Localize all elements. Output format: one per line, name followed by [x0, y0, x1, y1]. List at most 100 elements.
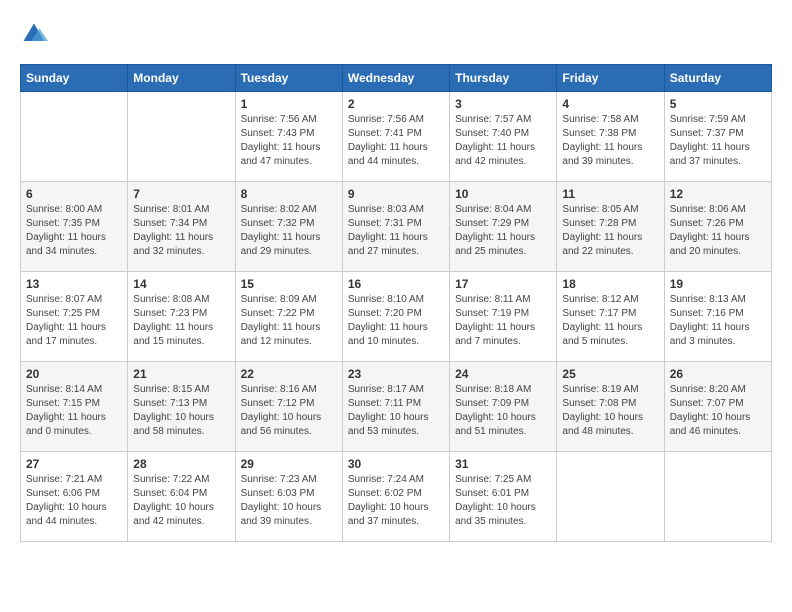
logo-icon [20, 20, 48, 48]
calendar-cell [557, 452, 664, 542]
calendar-cell: 1 Sunrise: 7:56 AM Sunset: 7:43 PM Daylig… [235, 92, 342, 182]
day-info: Sunrise: 7:58 AM Sunset: 7:38 PM Dayligh… [562, 113, 658, 169]
calendar-cell: 22 Sunrise: 8:16 AM Sunset: 7:12 PM Dayli… [235, 362, 342, 452]
calendar-cell: 30Sunrise: 7:24 AM Sunset: 6:02 PM Dayli… [342, 452, 449, 542]
day-info: Sunrise: 8:10 AM Sunset: 7:20 PM Dayligh… [348, 293, 444, 349]
calendar-cell: 9 Sunrise: 8:03 AM Sunset: 7:31 PM Daylig… [342, 182, 449, 272]
day-number: 20 [26, 367, 122, 381]
day-number: 25 [562, 367, 658, 381]
day-number: 23 [348, 367, 444, 381]
day-info: Sunrise: 8:03 AM Sunset: 7:31 PM Dayligh… [348, 203, 444, 259]
weekday-header: Sunday [21, 65, 128, 92]
day-info: Sunrise: 8:18 AM Sunset: 7:09 PM Dayligh… [455, 383, 551, 439]
day-number: 14 [133, 277, 229, 291]
calendar-cell: 17Sunrise: 8:11 AM Sunset: 7:19 PM Dayli… [450, 272, 557, 362]
day-number: 4 [562, 97, 658, 111]
calendar-header-row: SundayMondayTuesdayWednesdayThursdayFrid… [21, 65, 772, 92]
calendar-cell: 31 Sunrise: 7:25 AM Sunset: 6:01 PM Dayli… [450, 452, 557, 542]
calendar-cell: 16 Sunrise: 8:10 AM Sunset: 7:20 PM Dayli… [342, 272, 449, 362]
day-info: Sunrise: 8:20 AM Sunset: 7:07 PM Dayligh… [670, 383, 766, 439]
calendar-cell: 7Sunrise: 8:01 AM Sunset: 7:34 PM Daylig… [128, 182, 235, 272]
calendar-cell: 27 Sunrise: 7:21 AM Sunset: 6:06 PM Dayli… [21, 452, 128, 542]
day-number: 5 [670, 97, 766, 111]
day-number: 1 [241, 97, 337, 111]
day-info: Sunrise: 7:22 AM Sunset: 6:04 PM Dayligh… [133, 473, 229, 529]
calendar-cell: 19 Sunrise: 8:13 AM Sunset: 7:16 PM Dayli… [664, 272, 771, 362]
day-info: Sunrise: 8:02 AM Sunset: 7:32 PM Dayligh… [241, 203, 337, 259]
calendar-table: SundayMondayTuesdayWednesdayThursdayFrid… [20, 64, 772, 542]
calendar-cell: 29 Sunrise: 7:23 AM Sunset: 6:03 PM Dayli… [235, 452, 342, 542]
calendar-cell [21, 92, 128, 182]
day-info: Sunrise: 7:56 AM Sunset: 7:43 PM Dayligh… [241, 113, 337, 169]
day-info: Sunrise: 8:04 AM Sunset: 7:29 PM Dayligh… [455, 203, 551, 259]
day-info: Sunrise: 8:15 AM Sunset: 7:13 PM Dayligh… [133, 383, 229, 439]
day-info: Sunrise: 8:08 AM Sunset: 7:23 PM Dayligh… [133, 293, 229, 349]
day-number: 2 [348, 97, 444, 111]
day-number: 11 [562, 187, 658, 201]
day-number: 15 [241, 277, 337, 291]
calendar-week-row: 20 Sunrise: 8:14 AM Sunset: 7:15 PM Dayli… [21, 362, 772, 452]
weekday-header: Thursday [450, 65, 557, 92]
day-info: Sunrise: 7:57 AM Sunset: 7:40 PM Dayligh… [455, 113, 551, 169]
day-info: Sunrise: 8:13 AM Sunset: 7:16 PM Dayligh… [670, 293, 766, 349]
calendar-cell: 10 Sunrise: 8:04 AM Sunset: 7:29 PM Dayli… [450, 182, 557, 272]
day-info: Sunrise: 7:21 AM Sunset: 6:06 PM Dayligh… [26, 473, 122, 529]
page-header [20, 20, 772, 48]
calendar-cell [128, 92, 235, 182]
day-number: 19 [670, 277, 766, 291]
calendar-cell: 14 Sunrise: 8:08 AM Sunset: 7:23 PM Dayli… [128, 272, 235, 362]
weekday-header: Saturday [664, 65, 771, 92]
logo [20, 20, 52, 48]
day-number: 21 [133, 367, 229, 381]
day-number: 16 [348, 277, 444, 291]
day-number: 27 [26, 457, 122, 471]
day-number: 17 [455, 277, 551, 291]
calendar-week-row: 27 Sunrise: 7:21 AM Sunset: 6:06 PM Dayli… [21, 452, 772, 542]
weekday-header: Monday [128, 65, 235, 92]
day-number: 3 [455, 97, 551, 111]
calendar-cell: 4 Sunrise: 7:58 AM Sunset: 7:38 PM Daylig… [557, 92, 664, 182]
calendar-cell: 18 Sunrise: 8:12 AM Sunset: 7:17 PM Dayli… [557, 272, 664, 362]
calendar-cell: 15Sunrise: 8:09 AM Sunset: 7:22 PM Dayli… [235, 272, 342, 362]
day-number: 22 [241, 367, 337, 381]
calendar-cell: 20 Sunrise: 8:14 AM Sunset: 7:15 PM Dayli… [21, 362, 128, 452]
day-number: 29 [241, 457, 337, 471]
calendar-cell [664, 452, 771, 542]
day-info: Sunrise: 8:00 AM Sunset: 7:35 PM Dayligh… [26, 203, 122, 259]
day-number: 24 [455, 367, 551, 381]
calendar-cell: 8Sunrise: 8:02 AM Sunset: 7:32 PM Daylig… [235, 182, 342, 272]
calendar-cell: 2Sunrise: 7:56 AM Sunset: 7:41 PM Daylig… [342, 92, 449, 182]
day-number: 30 [348, 457, 444, 471]
day-number: 12 [670, 187, 766, 201]
day-number: 31 [455, 457, 551, 471]
calendar-cell: 24 Sunrise: 8:18 AM Sunset: 7:09 PM Dayli… [450, 362, 557, 452]
day-info: Sunrise: 8:14 AM Sunset: 7:15 PM Dayligh… [26, 383, 122, 439]
calendar-cell: 21 Sunrise: 8:15 AM Sunset: 7:13 PM Dayli… [128, 362, 235, 452]
day-number: 9 [348, 187, 444, 201]
day-info: Sunrise: 8:01 AM Sunset: 7:34 PM Dayligh… [133, 203, 229, 259]
day-number: 28 [133, 457, 229, 471]
day-info: Sunrise: 8:16 AM Sunset: 7:12 PM Dayligh… [241, 383, 337, 439]
day-number: 13 [26, 277, 122, 291]
calendar-cell: 11 Sunrise: 8:05 AM Sunset: 7:28 PM Dayli… [557, 182, 664, 272]
day-info: Sunrise: 8:06 AM Sunset: 7:26 PM Dayligh… [670, 203, 766, 259]
day-info: Sunrise: 8:12 AM Sunset: 7:17 PM Dayligh… [562, 293, 658, 349]
day-info: Sunrise: 8:07 AM Sunset: 7:25 PM Dayligh… [26, 293, 122, 349]
weekday-header: Friday [557, 65, 664, 92]
weekday-header: Tuesday [235, 65, 342, 92]
day-info: Sunrise: 8:17 AM Sunset: 7:11 PM Dayligh… [348, 383, 444, 439]
day-info: Sunrise: 8:19 AM Sunset: 7:08 PM Dayligh… [562, 383, 658, 439]
calendar-cell: 13 Sunrise: 8:07 AM Sunset: 7:25 PM Dayli… [21, 272, 128, 362]
day-info: Sunrise: 7:25 AM Sunset: 6:01 PM Dayligh… [455, 473, 551, 529]
calendar-cell: 5Sunrise: 7:59 AM Sunset: 7:37 PM Daylig… [664, 92, 771, 182]
day-info: Sunrise: 7:23 AM Sunset: 6:03 PM Dayligh… [241, 473, 337, 529]
calendar-cell: 6Sunrise: 8:00 AM Sunset: 7:35 PM Daylig… [21, 182, 128, 272]
calendar-cell: 3 Sunrise: 7:57 AM Sunset: 7:40 PM Daylig… [450, 92, 557, 182]
day-number: 10 [455, 187, 551, 201]
calendar-week-row: 13 Sunrise: 8:07 AM Sunset: 7:25 PM Dayli… [21, 272, 772, 362]
weekday-header: Wednesday [342, 65, 449, 92]
calendar-cell: 12 Sunrise: 8:06 AM Sunset: 7:26 PM Dayli… [664, 182, 771, 272]
calendar-cell: 28 Sunrise: 7:22 AM Sunset: 6:04 PM Dayli… [128, 452, 235, 542]
day-number: 18 [562, 277, 658, 291]
day-info: Sunrise: 8:05 AM Sunset: 7:28 PM Dayligh… [562, 203, 658, 259]
